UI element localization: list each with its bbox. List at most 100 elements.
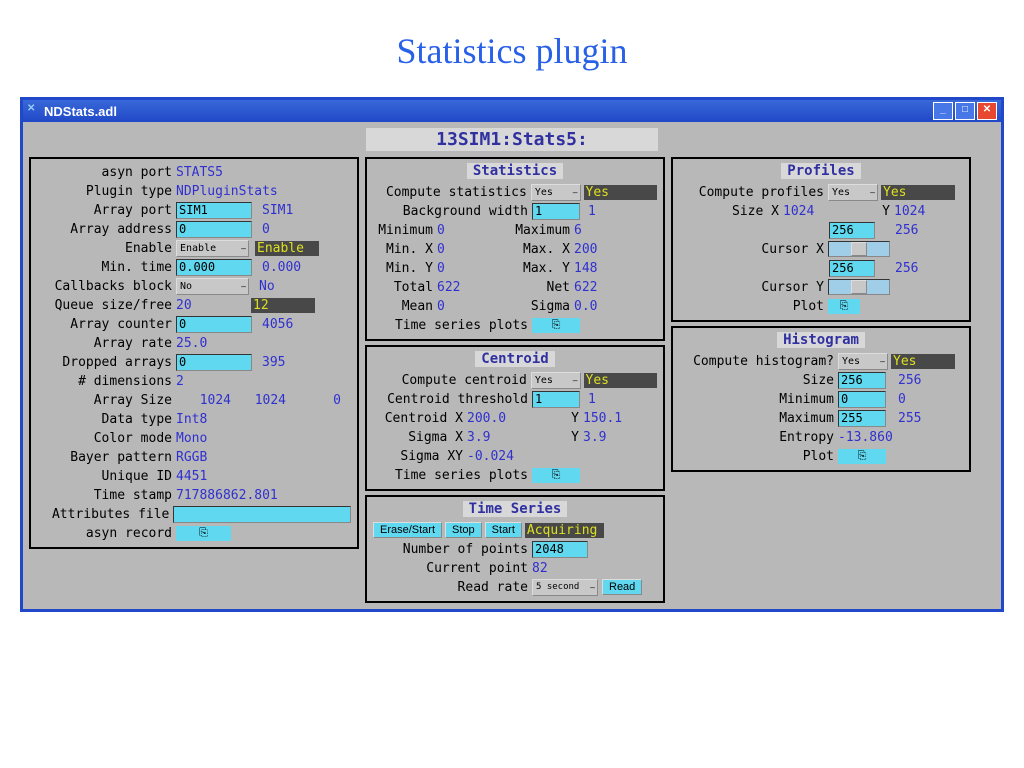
array-port-readback: SIM1	[262, 203, 293, 218]
profiles-compute-readback: Yes	[881, 185, 955, 200]
maxy-label: Max. Y	[515, 261, 574, 276]
ts-value: 717886862.801	[176, 488, 278, 503]
stop-button[interactable]: Stop	[445, 522, 482, 538]
centroid-plots-button[interactable]	[532, 468, 580, 483]
maxy-value: 148	[574, 261, 597, 276]
max-label: Maximum	[515, 223, 574, 238]
sigma-value: 0.0	[574, 299, 597, 314]
array-addr-input[interactable]	[176, 221, 252, 238]
cb-block-dropdown[interactable]: No	[176, 278, 249, 295]
enable-dropdown[interactable]: Enable	[176, 240, 249, 257]
stats-panel: Statistics Compute statisticsYesYes Back…	[365, 157, 665, 341]
profiles-plot-button[interactable]	[828, 299, 860, 314]
asyn-rec-label: asyn record	[37, 526, 176, 541]
arr-ctr-label: Array counter	[37, 317, 176, 332]
array-port-input[interactable]	[176, 202, 252, 219]
uid-label: Unique ID	[37, 469, 176, 484]
erase-button[interactable]: Erase/Start	[373, 522, 442, 538]
dims-label: # dimensions	[37, 374, 176, 389]
min-time-readback: 0.000	[262, 260, 301, 275]
asyn-port-value: STATS5	[176, 165, 223, 180]
sx-value: 3.9	[467, 430, 567, 445]
cury-label: Cursor Y	[679, 280, 828, 295]
cy-label: Y	[567, 411, 583, 426]
stats-plots-button[interactable]	[532, 318, 580, 333]
profiles-compute-label: Compute profiles	[679, 185, 828, 200]
close-button[interactable]: ✕	[977, 102, 997, 120]
hist-min-input[interactable]	[838, 391, 886, 408]
size-y: 1024	[231, 393, 286, 408]
arr-rate-value: 25.0	[176, 336, 207, 351]
rate-dropdown[interactable]: 5 second	[532, 579, 598, 596]
cury-input[interactable]	[829, 260, 875, 277]
ts-title: Time Series	[463, 501, 568, 517]
enable-readback: Enable	[255, 241, 319, 256]
stats-compute-dropdown[interactable]: Yes	[531, 184, 581, 201]
centroid-panel: Centroid Compute centroidYesYes Centroid…	[365, 345, 665, 491]
minimize-button[interactable]: _	[933, 102, 953, 120]
thresh-input[interactable]	[532, 391, 580, 408]
hist-panel: Histogram Compute histogram?YesYes Size2…	[671, 326, 971, 472]
hist-title: Histogram	[777, 332, 865, 348]
curx-label: Cursor X	[679, 242, 828, 257]
info-panel: asyn portSTATS5 Plugin typeNDPluginStats…	[29, 157, 359, 549]
centroid-compute-dropdown[interactable]: Yes	[531, 372, 581, 389]
cb-block-label: Callbacks block	[37, 279, 176, 294]
npts-input[interactable]	[532, 541, 588, 558]
dropped-input[interactable]	[176, 354, 252, 371]
total-label: Total	[373, 280, 437, 295]
thresh-label: Centroid threshold	[373, 392, 532, 407]
window-title: NDStats.adl	[44, 104, 117, 119]
miny-label: Min. Y	[373, 261, 437, 276]
sigma-label: Sigma	[515, 299, 574, 314]
hist-compute-dropdown[interactable]: Yes	[838, 353, 888, 370]
hist-size-label: Size	[679, 373, 838, 388]
arr-ctr-readback: 4056	[262, 317, 293, 332]
read-button[interactable]: Read	[602, 579, 642, 595]
arr-ctr-input[interactable]	[176, 316, 252, 333]
titlebar: NDStats.adl _ □ ✕	[23, 100, 1001, 122]
minx-label: Min. X	[373, 242, 437, 257]
arr-rate-label: Array rate	[37, 336, 176, 351]
hist-size-input[interactable]	[838, 372, 886, 389]
hist-plot-label: Plot	[679, 449, 838, 464]
cx-value: 200.0	[467, 411, 567, 426]
min-time-input[interactable]	[176, 259, 252, 276]
curx-input[interactable]	[829, 222, 875, 239]
asyn-rec-button[interactable]	[176, 526, 231, 541]
dtype-value: Int8	[176, 412, 207, 427]
profiles-panel: Profiles Compute profilesYesYes Size X10…	[671, 157, 971, 322]
sxy-value: -0.024	[467, 449, 514, 464]
start-button[interactable]: Start	[485, 522, 522, 538]
hist-max-readback: 255	[898, 411, 921, 426]
size-z: 0	[286, 393, 341, 408]
total-value: 622	[437, 280, 515, 295]
sx-label: Sigma X	[373, 430, 467, 445]
attr-input[interactable]	[173, 506, 351, 523]
array-addr-readback: 0	[262, 222, 270, 237]
curx-slider[interactable]	[828, 241, 890, 257]
maximize-button[interactable]: □	[955, 102, 975, 120]
dims-value: 2	[176, 374, 184, 389]
queue-free-value: 12	[251, 298, 315, 313]
sy-label: Y	[567, 430, 583, 445]
cmode-label: Color mode	[37, 431, 176, 446]
bgw-label: Background width	[373, 204, 532, 219]
profiles-compute-dropdown[interactable]: Yes	[828, 184, 878, 201]
min-label: Minimum	[373, 223, 437, 238]
hist-ent-value: -13.860	[838, 430, 893, 445]
hist-plot-button[interactable]	[838, 449, 886, 464]
centroid-title: Centroid	[475, 351, 554, 367]
uid-value: 4451	[176, 469, 207, 484]
cpt-label: Current point	[373, 561, 532, 576]
min-time-label: Min. time	[37, 260, 176, 275]
minx-value: 0	[437, 242, 515, 257]
enable-label: Enable	[37, 241, 176, 256]
curx-readback: 256	[895, 223, 918, 238]
array-addr-label: Array address	[37, 222, 176, 237]
array-port-label: Array port	[37, 203, 176, 218]
cury-slider[interactable]	[828, 279, 890, 295]
hist-max-input[interactable]	[838, 410, 886, 427]
window: NDStats.adl _ □ ✕ 13SIM1:Stats5: asyn po…	[20, 97, 1004, 612]
bgw-input[interactable]	[532, 203, 580, 220]
